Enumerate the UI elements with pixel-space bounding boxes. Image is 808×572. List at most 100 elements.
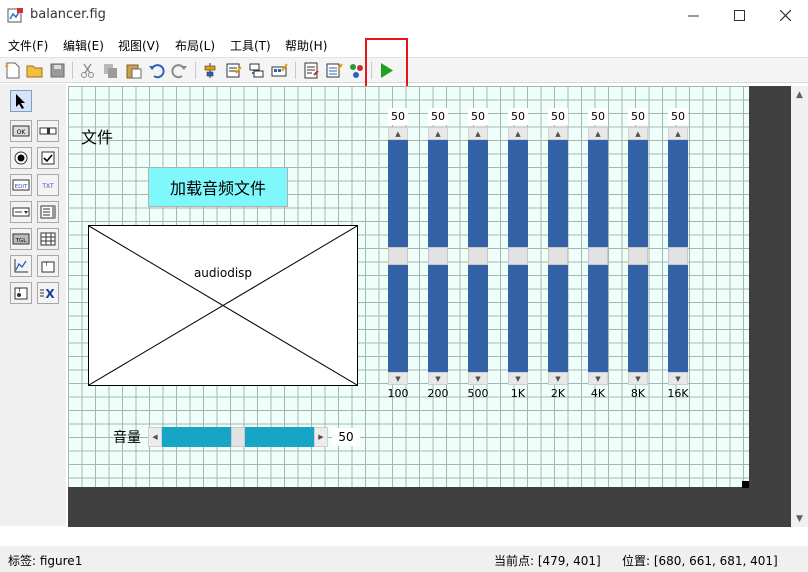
eq-up-arrow[interactable]: ▲ bbox=[508, 127, 528, 140]
eq-down-arrow[interactable]: ▼ bbox=[428, 372, 448, 385]
radiobutton-tool[interactable] bbox=[10, 147, 32, 169]
eq-slider-8K[interactable]: ▲ ▼ bbox=[628, 127, 648, 385]
minimize-button[interactable] bbox=[670, 0, 716, 30]
eq-up-arrow[interactable]: ▲ bbox=[548, 127, 568, 140]
volume-thumb[interactable] bbox=[231, 427, 245, 447]
maximize-button[interactable] bbox=[716, 0, 762, 30]
arrow-pointer-icon bbox=[16, 94, 25, 109]
eq-down-arrow[interactable]: ▼ bbox=[468, 372, 488, 385]
activex-tool[interactable]: X bbox=[37, 282, 59, 304]
menu-file[interactable]: 文件(F) bbox=[8, 37, 48, 54]
menu-editor-icon[interactable] bbox=[224, 61, 243, 80]
eq-thumb[interactable] bbox=[388, 247, 408, 265]
select-tool-button[interactable] bbox=[10, 90, 32, 112]
eq-thumb[interactable] bbox=[668, 247, 688, 265]
new-file-icon[interactable] bbox=[3, 61, 22, 80]
eq-value-8K[interactable]: 50 bbox=[628, 108, 648, 125]
radio-icon bbox=[14, 151, 28, 165]
eq-value-16K[interactable]: 50 bbox=[668, 108, 688, 125]
object-browser-icon[interactable] bbox=[347, 61, 366, 80]
panel-tool[interactable]: T bbox=[37, 255, 59, 277]
scroll-down-arrow[interactable]: ▼ bbox=[791, 510, 808, 527]
eq-up-arrow[interactable]: ▲ bbox=[468, 127, 488, 140]
menu-layout[interactable]: 布局(L) bbox=[175, 37, 215, 54]
eq-value-4K[interactable]: 50 bbox=[588, 108, 608, 125]
eq-down-arrow[interactable]: ▼ bbox=[668, 372, 688, 385]
eq-thumb[interactable] bbox=[428, 247, 448, 265]
eq-thumb[interactable] bbox=[588, 247, 608, 265]
redo-icon[interactable] bbox=[170, 61, 189, 80]
popup-menu-tool[interactable] bbox=[10, 201, 32, 223]
table-icon bbox=[40, 232, 56, 246]
volume-value[interactable]: 50 bbox=[332, 428, 360, 446]
toolbar-editor-icon[interactable] bbox=[270, 61, 289, 80]
cut-icon[interactable] bbox=[78, 61, 97, 80]
close-button[interactable] bbox=[762, 0, 808, 30]
save-icon[interactable] bbox=[48, 61, 67, 80]
eq-thumb[interactable] bbox=[468, 247, 488, 265]
align-objects-icon[interactable] bbox=[201, 61, 220, 80]
eq-down-arrow[interactable]: ▼ bbox=[628, 372, 648, 385]
load-audio-button[interactable]: 加载音频文件 bbox=[148, 167, 288, 207]
paste-icon[interactable] bbox=[124, 61, 143, 80]
table-tool[interactable] bbox=[37, 228, 59, 250]
eq-band-label-200: 200 bbox=[427, 387, 449, 400]
property-inspector-icon[interactable] bbox=[325, 61, 344, 80]
eq-up-arrow[interactable]: ▲ bbox=[388, 127, 408, 140]
edit-text-icon: EDIT bbox=[12, 179, 30, 191]
file-static-text[interactable]: 文件 bbox=[81, 124, 113, 148]
eq-slider-500[interactable]: ▲ ▼ bbox=[468, 127, 488, 385]
menu-edit[interactable]: 编辑(E) bbox=[63, 37, 104, 54]
undo-icon[interactable] bbox=[147, 61, 166, 80]
eq-slider-16K[interactable]: ▲ ▼ bbox=[668, 127, 688, 385]
eq-up-arrow[interactable]: ▲ bbox=[588, 127, 608, 140]
eq-up-arrow[interactable]: ▲ bbox=[428, 127, 448, 140]
button-group-tool[interactable]: T bbox=[10, 282, 32, 304]
toolbar-separator bbox=[295, 62, 296, 79]
figure-app-icon bbox=[7, 8, 23, 23]
eq-slider-2K[interactable]: ▲ ▼ bbox=[548, 127, 568, 385]
eq-down-arrow[interactable]: ▼ bbox=[548, 372, 568, 385]
axes-tool[interactable] bbox=[10, 255, 32, 277]
menu-help[interactable]: 帮助(H) bbox=[285, 37, 327, 54]
eq-slider-1K[interactable]: ▲ ▼ bbox=[508, 127, 528, 385]
audiodisp-axes[interactable]: audiodisp bbox=[88, 225, 358, 386]
eq-slider-4K[interactable]: ▲ ▼ bbox=[588, 127, 608, 385]
eq-thumb[interactable] bbox=[628, 247, 648, 265]
volume-slider[interactable]: ◀ ▶ bbox=[148, 427, 328, 447]
static-text-tool[interactable]: TXT bbox=[37, 174, 59, 196]
checkbox-tool[interactable] bbox=[37, 147, 59, 169]
menu-tools[interactable]: 工具(T) bbox=[230, 37, 271, 54]
eq-value-1K[interactable]: 50 bbox=[508, 108, 528, 125]
eq-down-arrow[interactable]: ▼ bbox=[388, 372, 408, 385]
eq-value-100[interactable]: 50 bbox=[388, 108, 408, 125]
eq-up-arrow[interactable]: ▲ bbox=[668, 127, 688, 140]
eq-up-arrow[interactable]: ▲ bbox=[628, 127, 648, 140]
slider-tool[interactable] bbox=[37, 120, 59, 142]
eq-down-arrow[interactable]: ▼ bbox=[588, 372, 608, 385]
pushbutton-tool[interactable]: OK bbox=[10, 120, 32, 142]
eq-down-arrow[interactable]: ▼ bbox=[508, 372, 528, 385]
checkbox-icon bbox=[41, 151, 55, 165]
menu-view[interactable]: 视图(V) bbox=[118, 37, 160, 54]
copy-icon[interactable] bbox=[101, 61, 120, 80]
eq-slider-100[interactable]: ▲ ▼ bbox=[388, 127, 408, 385]
eq-slider-200[interactable]: ▲ ▼ bbox=[428, 127, 448, 385]
listbox-tool[interactable] bbox=[37, 201, 59, 223]
volume-left-arrow[interactable]: ◀ bbox=[148, 427, 162, 447]
toggle-button-tool[interactable]: TGL bbox=[10, 228, 32, 250]
eq-value-200[interactable]: 50 bbox=[428, 108, 448, 125]
volume-label[interactable]: 音量 bbox=[113, 427, 141, 447]
eq-value-500[interactable]: 50 bbox=[468, 108, 488, 125]
tab-order-editor-icon[interactable] bbox=[247, 61, 266, 80]
open-folder-icon[interactable] bbox=[25, 61, 44, 80]
m-file-editor-icon[interactable] bbox=[302, 61, 321, 80]
eq-value-2K[interactable]: 50 bbox=[548, 108, 568, 125]
figure-resize-handle[interactable] bbox=[742, 481, 749, 488]
eq-thumb[interactable] bbox=[548, 247, 568, 265]
vertical-scrollbar[interactable]: ▲ ▼ bbox=[791, 86, 808, 527]
volume-right-arrow[interactable]: ▶ bbox=[314, 427, 328, 447]
eq-thumb[interactable] bbox=[508, 247, 528, 265]
edit-text-tool[interactable]: EDIT bbox=[10, 174, 32, 196]
scroll-up-arrow[interactable]: ▲ bbox=[791, 86, 808, 103]
